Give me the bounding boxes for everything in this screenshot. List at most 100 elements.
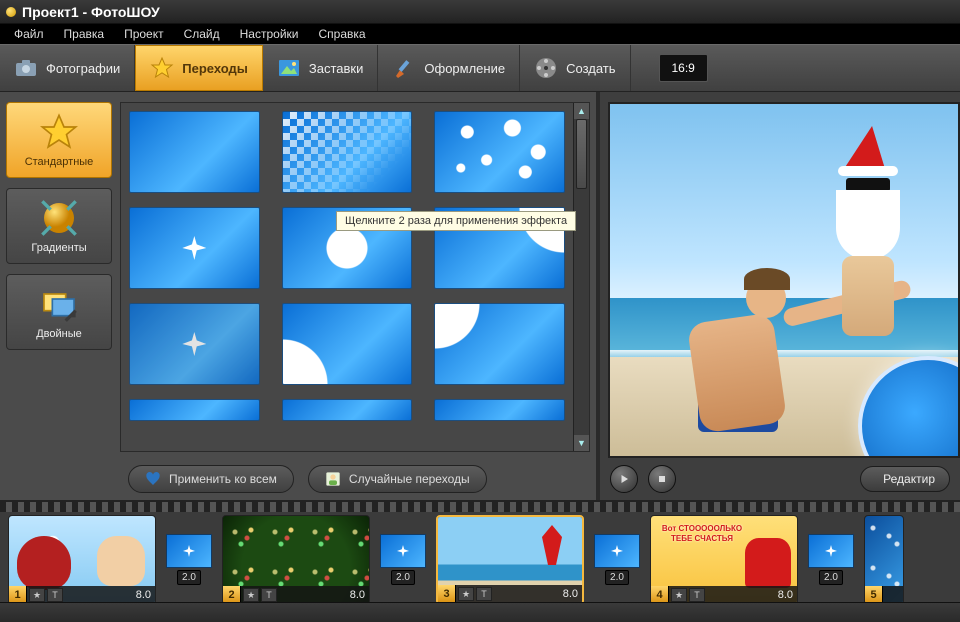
preview[interactable] [608,102,960,458]
transition-thumb[interactable] [434,399,565,421]
transition-thumb[interactable] [282,111,413,193]
menu-settings[interactable]: Настройки [230,25,309,43]
tooltip-text: Щелкните 2 раза для применения эффекта [345,215,567,227]
tab-transitions[interactable]: Переходы [135,45,263,91]
transition-thumb[interactable] [282,399,413,421]
window-title: Проект1 - ФотоШОУ [22,4,160,20]
transition-grid-wrap: ▲ ▼ Щелкните 2 раза для применения эффек… [120,102,590,452]
tooltip: Щелкните 2 раза для применения эффекта [336,211,576,231]
heart-icon [145,471,161,487]
timeline-slide[interactable]: 1 ★T 8.0 [8,515,156,605]
category-gradients[interactable]: Градиенты [6,188,112,264]
category-standard[interactable]: Стандартные [6,102,112,178]
star-badge-icon: ★ [243,588,259,602]
transition-thumb[interactable] [129,207,260,289]
scroll-down-icon[interactable]: ▼ [574,435,589,451]
timeline-slide[interactable]: 5 [864,515,904,605]
random-label: Случайные переходы [349,472,470,486]
timeline-slide[interactable]: Вот СТОООООЛЬКО ТЕБЕ СЧАСТЬЯ 4 ★T 8.0 [650,515,798,605]
category-double[interactable]: Двойные [6,274,112,350]
menu-edit[interactable]: Правка [54,25,115,43]
timeline-transition[interactable]: 2.0 [166,534,212,586]
slide-duration: 8.0 [136,589,155,601]
main-tabbar: Фотографии Переходы Заставки Оформление … [0,44,960,92]
text-badge-icon: T [47,588,63,602]
timeline[interactable]: 1 ★T 8.0 2.0 2 ★T 8.0 2.0 3 ★T [0,512,960,608]
star-icon [39,112,79,152]
text-badge-icon: T [689,588,705,602]
apply-all-button[interactable]: Применить ко всем [128,465,294,493]
main-area: Стандартные Градиенты Двойные [0,92,960,500]
slide-duration: 8.0 [778,589,797,601]
star-badge-icon: ★ [671,588,687,602]
text-badge-icon: T [261,588,277,602]
preview-figure-santa [808,126,928,336]
avatar-icon [325,471,341,487]
grid-scrollbar[interactable]: ▲ ▼ [573,103,589,451]
transition-thumb[interactable] [434,111,565,193]
tab-titles[interactable]: Заставки [263,45,378,91]
tab-create-label: Создать [566,61,615,76]
transition-thumb[interactable] [282,303,413,385]
transition-thumb[interactable] [129,303,260,385]
brush-icon [392,56,416,80]
menu-slide[interactable]: Слайд [174,25,230,43]
timeline-slide[interactable]: 3 ★T 8.0 [436,515,584,605]
scroll-handle[interactable] [576,119,587,189]
titlebar: Проект1 - ФотоШОУ [0,0,960,24]
menu-file[interactable]: Файл [4,25,54,43]
statusbar [0,602,960,622]
category-double-label: Двойные [36,328,82,340]
slide-number: 3 [438,585,456,603]
left-actions: Применить ко всем Случайные переходы [0,458,596,500]
stop-button[interactable] [648,465,676,493]
timeline-transition[interactable]: 2.0 [380,534,426,586]
transition-thumb[interactable] [434,303,565,385]
apply-all-label: Применить ко всем [169,472,277,486]
player-controls: Редактир [600,458,960,500]
tab-transitions-label: Переходы [182,61,248,76]
transitions-panel: Стандартные Градиенты Двойные [0,92,600,500]
tab-photos-label: Фотографии [46,61,120,76]
preview-panel: Редактир [600,92,960,500]
category-standard-label: Стандартные [25,156,94,168]
camera-icon [14,56,38,80]
picture-icon [277,56,301,80]
aspect-ratio-label: 16:9 [659,54,708,82]
star-badge-icon: ★ [29,588,45,602]
transition-duration: 2.0 [177,570,201,585]
tab-titles-label: Заставки [309,61,363,76]
timeline-slide[interactable]: 2 ★T 8.0 [222,515,370,605]
timeline-transition[interactable]: 2.0 [594,534,640,586]
slide4-caption: Вот СТОООООЛЬКО ТЕБЕ СЧАСТЬЯ [657,524,747,543]
play-button[interactable] [610,465,638,493]
transition-duration: 2.0 [605,570,629,585]
menu-help[interactable]: Справка [308,25,375,43]
transition-duration: 2.0 [819,570,843,585]
category-gradients-label: Градиенты [31,242,86,254]
menu-project[interactable]: Проект [114,25,174,43]
aspect-ratio-button[interactable]: 16:9 [659,45,708,91]
text-badge-icon: T [476,587,492,601]
transition-thumb[interactable] [129,399,260,421]
tab-design[interactable]: Оформление [378,45,520,91]
tab-design-label: Оформление [424,61,505,76]
star-icon [150,56,174,80]
edit-slide-label: Редактир [883,472,935,486]
reel-icon [534,56,558,80]
timeline-transition[interactable]: 2.0 [808,534,854,586]
slide-duration: 8.0 [563,588,582,600]
double-icon [39,284,79,324]
edit-slide-button[interactable]: Редактир [860,466,950,492]
sphere-icon [39,198,79,238]
star-badge-icon: ★ [458,587,474,601]
random-button[interactable]: Случайные переходы [308,465,487,493]
transition-thumb[interactable] [129,111,260,193]
transition-grid [121,103,573,451]
category-column: Стандартные Градиенты Двойные [0,92,118,458]
film-edge [0,502,960,512]
tab-photos[interactable]: Фотографии [0,45,135,91]
tab-create[interactable]: Создать [520,45,630,91]
scroll-up-icon[interactable]: ▲ [574,103,589,119]
slide-duration: 8.0 [350,589,369,601]
